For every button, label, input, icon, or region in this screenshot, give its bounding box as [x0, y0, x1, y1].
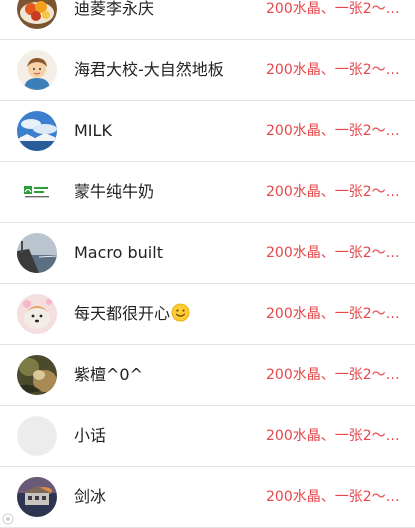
sky-landscape-avatar-icon[interactable]	[17, 111, 57, 151]
contact-name: MILK	[74, 121, 112, 140]
gift-description: 200水晶、一张2～…	[266, 1, 400, 17]
contact-row[interactable]: 小话 200水晶、一张2～…	[0, 406, 415, 467]
gift-description: 200水晶、一张2～…	[266, 306, 400, 322]
contact-row[interactable]: 海君大校-大自然地板 200水晶、一张2～…	[0, 40, 415, 101]
contact-name: 海君大校-大自然地板	[74, 60, 224, 79]
fruit-plate-avatar-icon[interactable]	[17, 0, 57, 29]
gift-description: 200水晶、一张2～…	[266, 184, 400, 200]
sunset-building-avatar-icon[interactable]	[17, 477, 57, 517]
contact-name: 剑冰	[74, 487, 107, 506]
contact-name: 紫檀^0^	[74, 365, 143, 384]
contact-name-text: 每天都很开心	[74, 304, 171, 323]
contact-row[interactable]: 剑冰 200水晶、一张2～…	[0, 467, 415, 528]
seaside-avatar-icon[interactable]	[17, 233, 57, 273]
contact-row[interactable]: 迪菱李永庆 200水晶、一张2～…	[0, 0, 415, 40]
contact-name: Macro built	[74, 243, 163, 262]
contact-name: 蒙牛纯牛奶	[74, 182, 155, 201]
gift-description: 200水晶、一张2～…	[266, 428, 400, 444]
gift-description: 200水晶、一张2～…	[266, 62, 400, 78]
smiley-emoji-icon	[171, 303, 190, 322]
blank-avatar-icon[interactable]	[17, 416, 57, 456]
contact-row[interactable]: 紫檀^0^ 200水晶、一张2～…	[0, 345, 415, 406]
contact-name: 每天都很开心	[74, 303, 190, 325]
contact-row[interactable]: 蒙牛纯牛奶 200水晶、一张2～…	[0, 162, 415, 223]
dog-avatar-icon[interactable]	[17, 294, 57, 334]
nature-avatar-icon[interactable]	[17, 355, 57, 395]
gift-description: 200水晶、一张2～…	[266, 367, 400, 383]
contact-row[interactable]: MILK 200水晶、一张2～…	[0, 101, 415, 162]
mengniu-logo-avatar-icon[interactable]	[17, 172, 57, 212]
contact-row[interactable]: 每天都很开心 200水晶、一张2～…	[0, 284, 415, 345]
gift-description: 200水晶、一张2～…	[266, 245, 400, 261]
gift-description: 200水晶、一张2～…	[266, 123, 400, 139]
contact-list: 迪菱李永庆 200水晶、一张2～… 海君大校-大自然地板 200水晶、一张2～…	[0, 0, 415, 528]
contact-name: 小话	[74, 426, 107, 445]
watermark-logo-icon	[2, 513, 14, 525]
contact-name: 迪菱李永庆	[74, 0, 155, 18]
cartoon-boy-avatar-icon[interactable]	[17, 50, 57, 90]
contact-row[interactable]: Macro built 200水晶、一张2～…	[0, 223, 415, 284]
gift-description: 200水晶、一张2～…	[266, 489, 400, 505]
